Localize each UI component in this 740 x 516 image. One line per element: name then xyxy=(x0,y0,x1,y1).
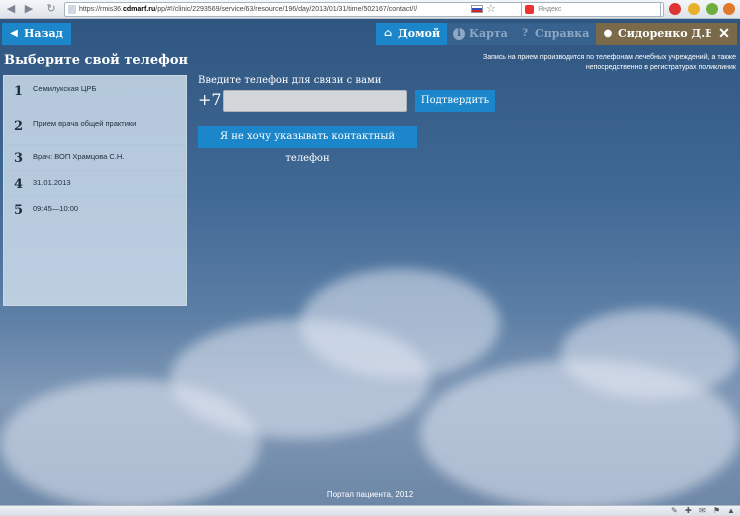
back-button[interactable]: ◀ Назад xyxy=(2,23,71,45)
back-button-label: Назад xyxy=(24,27,63,40)
page-title: Выберите свой телефон xyxy=(4,53,189,68)
footer-text: Портал пациента, 2012 xyxy=(326,490,414,499)
step-number: 2 xyxy=(14,119,24,134)
phone-prompt: Введите телефон для связи с вами xyxy=(198,75,382,86)
forward-arrow-icon[interactable]: ▶ xyxy=(22,3,36,16)
step-item[interactable]: 5 09:45—10:00 xyxy=(4,197,186,223)
close-icon: ✕ xyxy=(718,26,730,42)
confirm-button[interactable]: Подтвердить xyxy=(415,90,495,112)
step-item[interactable]: 1 Семилукская ЦРБ xyxy=(4,76,186,109)
close-button[interactable]: ✕ xyxy=(711,23,737,45)
search-box[interactable]: Яндекс xyxy=(521,2,661,17)
arrow-left-icon: ◀ xyxy=(10,28,18,39)
phone-input[interactable] xyxy=(223,90,407,112)
user-button[interactable]: ● Сидоренко Д.Е. xyxy=(596,23,726,45)
page-content: ◀ Назад ⌂ Домой i Карта ? Справка ● Сидо… xyxy=(0,19,740,505)
cloud-decoration xyxy=(0,379,260,505)
skip-phone-button[interactable]: Я не хочу указывать контактный телефон xyxy=(198,126,417,164)
bookmark-star-icon[interactable]: ☆ xyxy=(486,2,496,15)
info-icon: i xyxy=(453,28,465,40)
status-addon-icon[interactable]: ✎ xyxy=(671,507,680,515)
status-addon-icon[interactable]: ▲ xyxy=(727,507,736,515)
phone-prefix: +7 xyxy=(198,90,222,109)
browser-toolbar: ◀ ▶ ↻ https://rmis36.cdmarf.ru/pp/#!/cli… xyxy=(0,0,740,19)
lock-icon xyxy=(68,5,76,14)
help-button[interactable]: ? Справка xyxy=(513,23,598,45)
step-item[interactable]: 3 Врач: ВОП Храмцова С.Н. xyxy=(4,145,186,171)
notice-text: Запись на прием производится по телефона… xyxy=(482,54,736,71)
status-addon-icon[interactable]: ✚ xyxy=(685,507,694,515)
step-label: Семилукская ЦРБ xyxy=(33,84,97,93)
home-icon: ⌂ xyxy=(383,28,393,39)
help-button-label: Справка xyxy=(535,27,590,40)
step-label: Врач: ВОП Храмцова С.Н. xyxy=(33,152,125,161)
addon-icon[interactable] xyxy=(723,3,735,15)
user-icon: ● xyxy=(603,28,613,39)
booking-steps-panel: 1 Семилукская ЦРБ 2 Прием врача общей пр… xyxy=(3,75,187,306)
russian-flag-icon xyxy=(471,5,483,13)
step-number: 5 xyxy=(14,203,24,218)
user-button-label: Сидоренко Д.Е. xyxy=(618,27,718,40)
url-prefix: https://rmis36. xyxy=(79,6,123,13)
map-button[interactable]: i Карта xyxy=(447,23,516,45)
status-addon-icon[interactable]: ⚑ xyxy=(713,507,722,515)
step-label: Прием врача общей практики xyxy=(33,119,137,128)
step-label: 31.01.2013 xyxy=(33,178,71,187)
home-button-label: Домой xyxy=(398,27,441,40)
step-item[interactable]: 4 31.01.2013 xyxy=(4,171,186,197)
addon-icon[interactable] xyxy=(669,3,681,15)
addon-icon[interactable] xyxy=(706,3,718,15)
url-domain: cdmarf.ru xyxy=(122,6,156,13)
cloud-decoration xyxy=(300,269,500,379)
question-icon: ? xyxy=(522,28,528,39)
step-label: 09:45—10:00 xyxy=(33,204,79,213)
cloud-decoration xyxy=(560,309,740,399)
back-arrow-icon[interactable]: ◀ xyxy=(4,3,18,16)
map-button-label: Карта xyxy=(469,27,508,40)
search-placeholder: Яндекс xyxy=(538,6,562,13)
step-item[interactable]: 2 Прием врача общей практики xyxy=(4,109,186,145)
addon-icon[interactable] xyxy=(688,3,700,15)
step-number: 1 xyxy=(14,84,24,99)
home-button[interactable]: ⌂ Домой xyxy=(376,23,449,45)
mail-icon[interactable]: ✉ xyxy=(699,507,708,515)
step-number: 4 xyxy=(14,177,24,192)
yandex-icon xyxy=(525,5,534,14)
reload-icon[interactable]: ↻ xyxy=(44,3,58,16)
step-number: 3 xyxy=(14,151,24,166)
url-path: /pp/#!/clinic/2293569/service/63/resourc… xyxy=(155,6,418,13)
browser-status-bar: ✎ ✚ ✉ ⚑ ▲ xyxy=(0,505,740,516)
